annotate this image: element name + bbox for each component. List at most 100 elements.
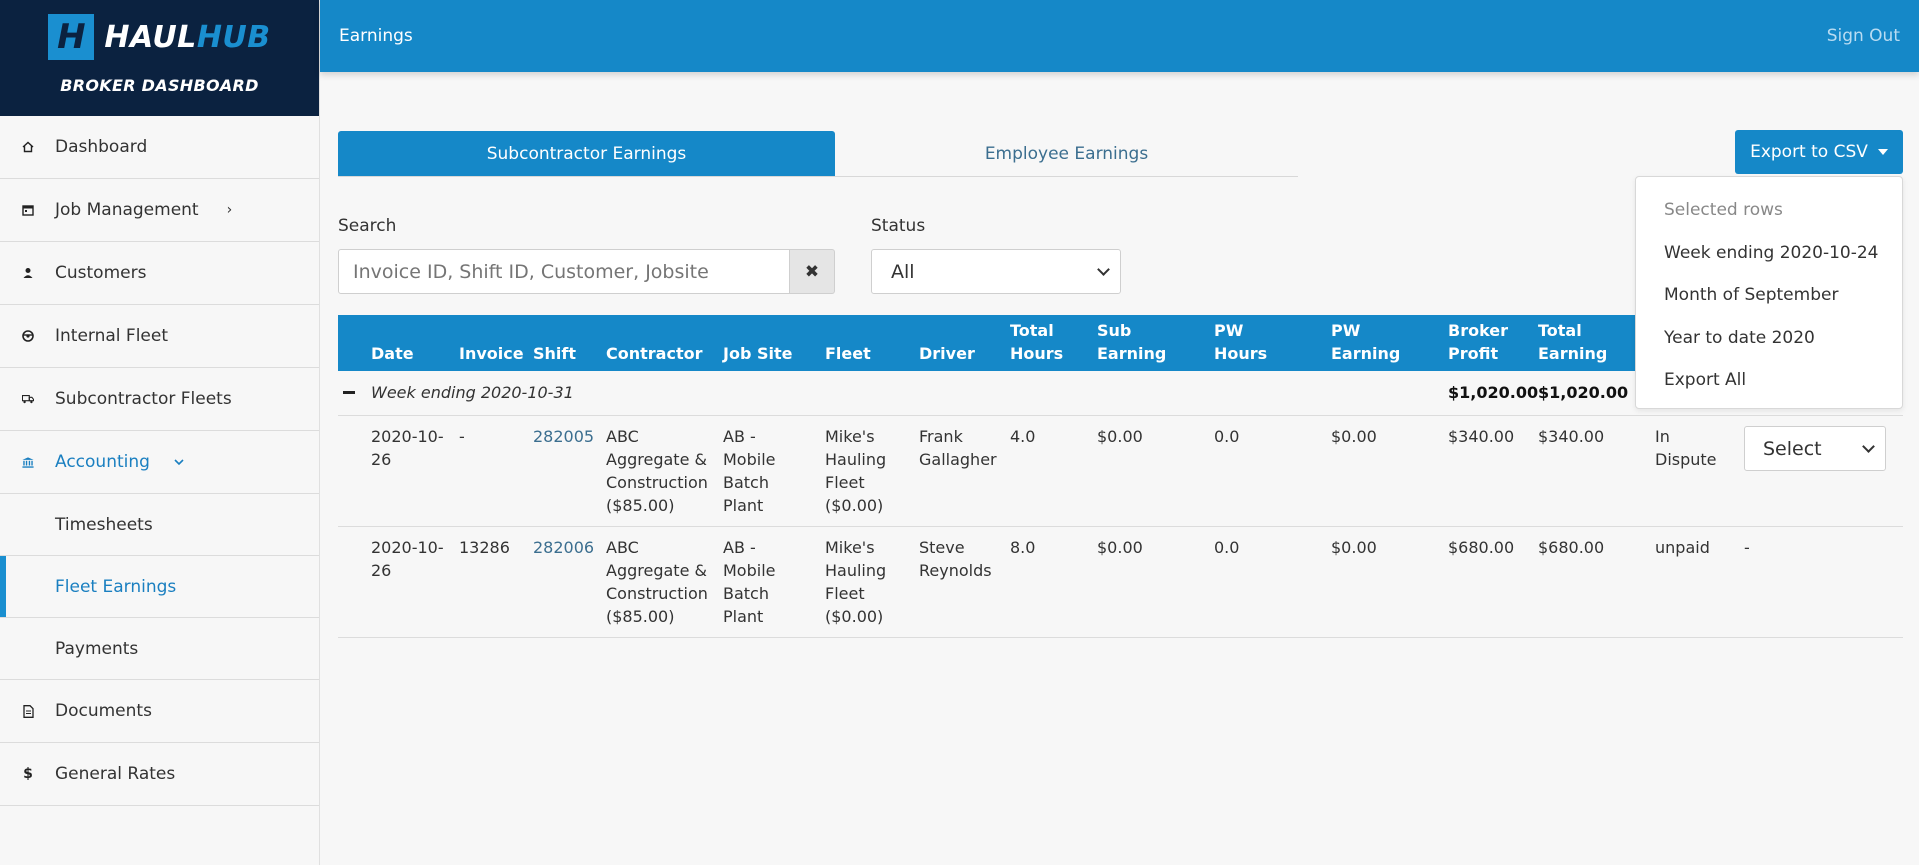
- sidebar-item-accounting[interactable]: Accounting: [0, 431, 319, 494]
- cell-fleet: Mike's Hauling Fleet ($0.00): [825, 536, 886, 628]
- text-line: 2020-10-: [371, 538, 444, 557]
- col-label-line: Total: [1538, 321, 1582, 340]
- sidebar-item-job-management[interactable]: Job Management ›: [0, 179, 319, 242]
- search-input[interactable]: [338, 249, 790, 294]
- cell-invoice: -: [459, 427, 465, 446]
- col-shift[interactable]: Shift: [533, 342, 576, 365]
- sidebar-item-documents[interactable]: Documents: [0, 680, 319, 743]
- export-csv-menu: Selected rows Week ending 2020-10-24 Mon…: [1635, 176, 1903, 409]
- clear-search-button[interactable]: ✖: [790, 249, 835, 294]
- cell-total-hours: 4.0: [1010, 427, 1036, 446]
- text-line: Hauling: [825, 561, 887, 580]
- sidebar-item-label: Internal Fleet: [55, 326, 169, 346]
- sidebar: H HAULHUB BROKER DASHBOARD Dashboard Job…: [0, 0, 320, 865]
- col-sub-earning[interactable]: Sub Earning: [1097, 319, 1166, 365]
- sidebar-item-label: General Rates: [55, 764, 176, 784]
- caret-down-icon: [1877, 149, 1888, 155]
- cell-sub-earning: $0.00: [1097, 427, 1143, 446]
- text-line: 2020-10-: [371, 427, 444, 446]
- earnings-tabs: Subcontractor Earnings Employee Earnings: [338, 131, 1298, 177]
- col-label-line: Sub: [1097, 321, 1132, 340]
- col-broker-profit[interactable]: Broker Profit: [1448, 319, 1508, 365]
- cell-total-earning: $340.00: [1538, 427, 1605, 446]
- export-csv-button[interactable]: Export to CSV: [1735, 130, 1903, 174]
- haulhub-logo[interactable]: H HAULHUB: [48, 14, 270, 60]
- sidebar-subitem-timesheets[interactable]: Timesheets: [0, 494, 319, 556]
- col-total-hours[interactable]: Total Hours: [1010, 319, 1063, 365]
- col-date[interactable]: Date: [371, 342, 414, 365]
- text-line: Mobile: [723, 561, 776, 580]
- tab-subcontractor-earnings[interactable]: Subcontractor Earnings: [338, 131, 835, 176]
- text-line: Hauling: [825, 450, 887, 469]
- col-pw-hours[interactable]: PW Hours: [1214, 319, 1267, 365]
- logo-text-hub: HUB: [196, 19, 271, 55]
- logo-mark: H: [48, 14, 95, 60]
- text-line: Aggregate &: [606, 450, 707, 469]
- cell-action: -: [1744, 538, 1750, 557]
- cell-driver: Steve Reynolds: [919, 536, 992, 582]
- cell-date: 2020-10- 26: [371, 536, 444, 582]
- home-icon: [22, 141, 34, 153]
- text-line: 26: [371, 561, 392, 580]
- col-label-line: Earning: [1538, 344, 1608, 363]
- cell-job-site: AB - Mobile Batch Plant: [723, 536, 775, 628]
- text-line: ($85.00): [606, 496, 675, 515]
- col-driver[interactable]: Driver: [919, 342, 975, 365]
- table-row: 2020-10- 26 13286 282006 ABC Aggregate & Co…: [338, 527, 1903, 638]
- col-total-earning[interactable]: Total Earning: [1538, 319, 1607, 365]
- sidebar-item-subcontractor-fleets[interactable]: Subcontractor Fleets: [0, 368, 319, 431]
- col-pw-earning[interactable]: PW Earning: [1331, 319, 1400, 365]
- text-line: Mobile: [723, 450, 776, 469]
- dashboard-subtitle: BROKER DASHBOARD: [60, 76, 259, 95]
- sign-out-link[interactable]: Sign Out: [1827, 26, 1900, 46]
- cell-total-earning: $680.00: [1538, 538, 1605, 557]
- menu-item-export-all[interactable]: Export All: [1636, 359, 1902, 402]
- col-label-line: Broker: [1448, 321, 1509, 340]
- search-label: Search: [338, 216, 397, 236]
- row-action-select[interactable]: Select: [1744, 426, 1886, 471]
- text-line: 26: [371, 450, 392, 469]
- col-label-line: PW: [1331, 321, 1361, 340]
- sidebar-item-general-rates[interactable]: $ General Rates: [0, 743, 319, 806]
- text-line: ($0.00): [825, 607, 884, 626]
- cell-date: 2020-10- 26: [371, 425, 444, 471]
- menu-item-year-to-date[interactable]: Year to date 2020: [1636, 317, 1902, 360]
- text-line: Mike's: [825, 538, 875, 557]
- menu-item-month[interactable]: Month of September: [1636, 274, 1902, 317]
- brand-header: H HAULHUB BROKER DASHBOARD: [0, 0, 319, 116]
- col-fleet[interactable]: Fleet: [825, 342, 871, 365]
- sidebar-subitem-fleet-earnings[interactable]: Fleet Earnings: [0, 556, 319, 618]
- shift-link[interactable]: 282006: [533, 536, 594, 559]
- cell-driver: Frank Gallagher: [919, 425, 997, 471]
- sidebar-subitem-payments[interactable]: Payments: [0, 618, 319, 680]
- status-label: Status: [871, 216, 926, 236]
- cell-broker-profit: $680.00: [1448, 538, 1515, 557]
- cell-fleet: Mike's Hauling Fleet ($0.00): [825, 425, 886, 517]
- row-action-select-value: Select: [1763, 437, 1822, 460]
- status-select-value: All: [891, 260, 915, 283]
- logo-text-haul: HAUL: [104, 19, 197, 55]
- col-label-line: Hours: [1214, 344, 1268, 363]
- collapse-icon[interactable]: [343, 391, 355, 394]
- col-job-site[interactable]: Job Site: [723, 342, 792, 365]
- sidebar-item-internal-fleet[interactable]: Internal Fleet: [0, 305, 319, 368]
- bank-icon: [22, 456, 34, 468]
- col-contractor[interactable]: Contractor: [606, 342, 702, 365]
- sidebar-item-label: Dashboard: [55, 137, 148, 157]
- text-line: Plant: [723, 607, 764, 626]
- sidebar-item-label: Customers: [55, 263, 147, 283]
- sidebar-item-dashboard[interactable]: Dashboard: [0, 116, 319, 179]
- sidebar-subitem-label: Timesheets: [55, 514, 153, 535]
- page-title: Earnings: [339, 26, 413, 46]
- sidebar-item-label: Accounting: [55, 452, 150, 472]
- menu-item-week-ending[interactable]: Week ending 2020-10-24: [1636, 232, 1902, 275]
- text-line: Batch: [723, 584, 769, 603]
- col-invoice[interactable]: Invoice: [459, 342, 524, 365]
- group-broker-profit: $1,020.00: [1448, 383, 1539, 402]
- sidebar-item-customers[interactable]: Customers: [0, 242, 319, 305]
- cell-status: In Dispute: [1655, 425, 1717, 471]
- cell-contractor: ABC Aggregate & Construction ($85.00): [606, 536, 708, 628]
- status-select[interactable]: All: [871, 249, 1121, 294]
- shift-link[interactable]: 282005: [533, 425, 594, 448]
- tab-employee-earnings[interactable]: Employee Earnings: [835, 131, 1298, 176]
